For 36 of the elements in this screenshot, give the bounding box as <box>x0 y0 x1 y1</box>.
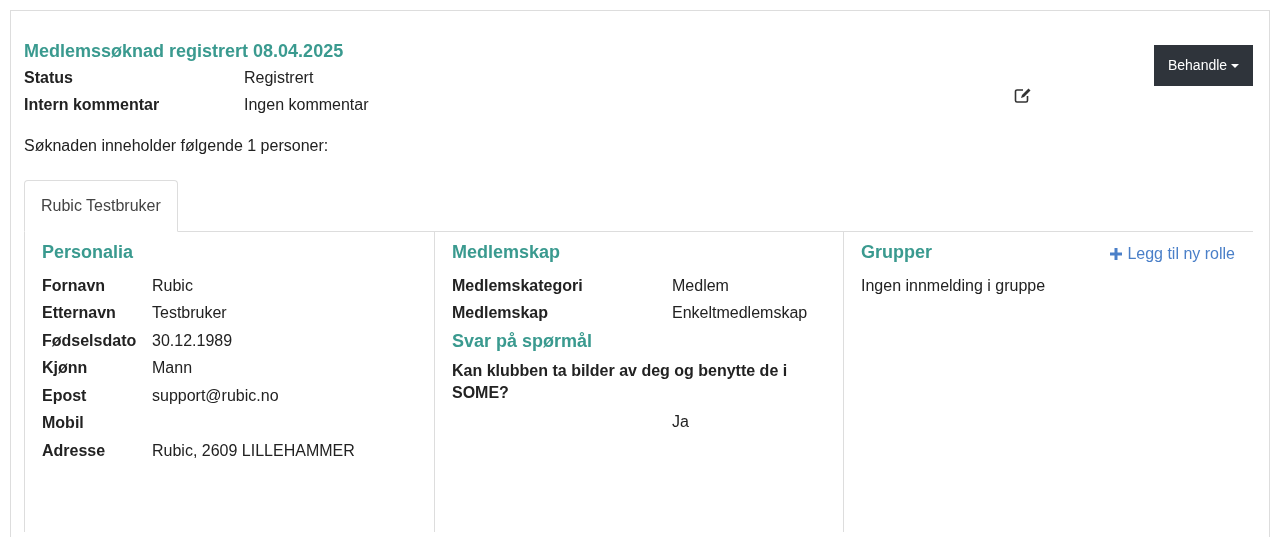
field-value: support@rubic.no <box>152 385 279 406</box>
section-title: Personalia <box>42 242 135 264</box>
field-label: Status <box>24 68 74 88</box>
edit-icon[interactable] <box>1014 87 1032 103</box>
intro-text: Søknaden inneholder følgende 1 personer: <box>24 136 330 156</box>
plus-icon <box>1110 248 1123 260</box>
field-label: Fornavn <box>42 275 107 296</box>
dropdown-button[interactable]: Behandle <box>1153 45 1253 86</box>
question-text: Kan klubben ta bilder av deg og benytte de i SOME? <box>452 361 789 404</box>
section-title: Medlemskap <box>452 242 562 264</box>
field-value: Testbruker <box>152 303 227 324</box>
field-value: Registrert <box>244 68 315 88</box>
field-value: 30.12.1989 <box>152 330 233 351</box>
field-label: Mobil <box>42 413 85 434</box>
field-label: Adresse <box>42 440 107 461</box>
field-label: Medlemskategori <box>452 275 584 296</box>
answer-text: Ja <box>671 412 690 433</box>
field-value: Rubic <box>152 275 193 296</box>
section-title: Svar på spørmål <box>452 330 594 353</box>
field-label: Medlemskap <box>452 303 550 324</box>
field-value: Enkeltmedlemskap <box>672 303 808 324</box>
field-label: Intern kommentar <box>24 95 161 115</box>
add-role-link[interactable]: Legg til ny rolle <box>1110 242 1235 266</box>
person-tab[interactable]: Rubic Testbruker <box>24 180 178 232</box>
caret-icon <box>1231 63 1239 69</box>
page-title: Medlemssøknad registrert 08.04.2025 <box>24 41 344 63</box>
field-value: Rubic, 2609 LILLEHAMMER <box>152 440 355 461</box>
field-label: Fødselsdato <box>42 330 138 351</box>
field-label: Kjønn <box>42 358 89 379</box>
field-label: Epost <box>42 385 88 406</box>
field-value: Medlem <box>672 275 729 296</box>
empty-text: Ingen innmelding i gruppe <box>861 275 1047 296</box>
field-value: Mann <box>152 358 193 379</box>
field-value: Ingen kommentar <box>244 95 370 115</box>
section-title: Grupper <box>861 242 932 264</box>
field-label: Etternavn <box>42 303 117 324</box>
